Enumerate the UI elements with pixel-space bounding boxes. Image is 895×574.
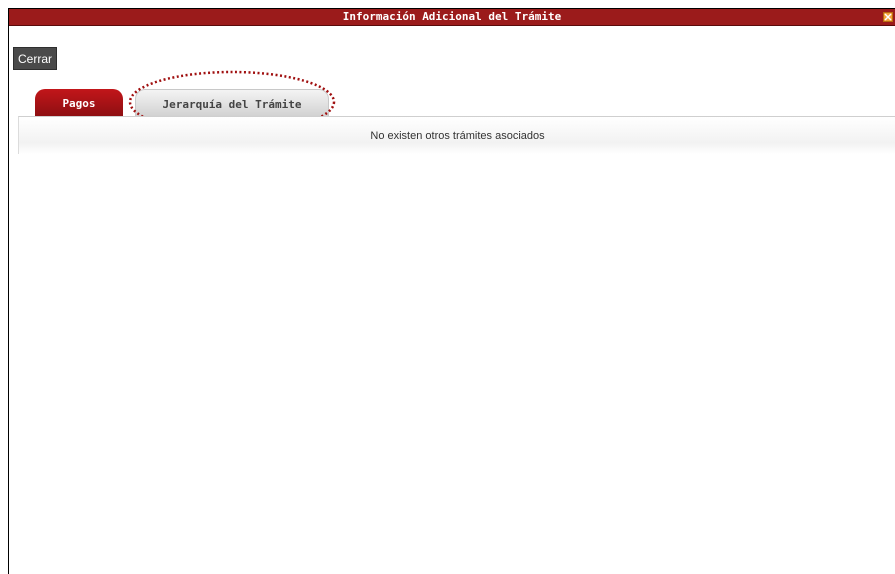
close-icon[interactable] xyxy=(883,12,893,22)
tab-pagos[interactable]: Pagos xyxy=(35,89,123,116)
dialog-window: Información Adicional del Trámite Cerrar… xyxy=(8,8,895,574)
title-bar[interactable]: Información Adicional del Trámite xyxy=(9,9,895,26)
tab-content-panel: No existen otros trámites asociados xyxy=(18,116,895,154)
close-button[interactable]: Cerrar xyxy=(13,47,58,70)
window-title: Información Adicional del Trámite xyxy=(342,10,562,23)
empty-state-message: No existen otros trámites asociados xyxy=(370,130,545,142)
tab-bar: Pagos Jerarquía del Trámite xyxy=(9,89,895,119)
tab-jerarquia-del-tramite[interactable]: Jerarquía del Trámite xyxy=(135,89,329,116)
close-x-glyph xyxy=(884,13,892,21)
